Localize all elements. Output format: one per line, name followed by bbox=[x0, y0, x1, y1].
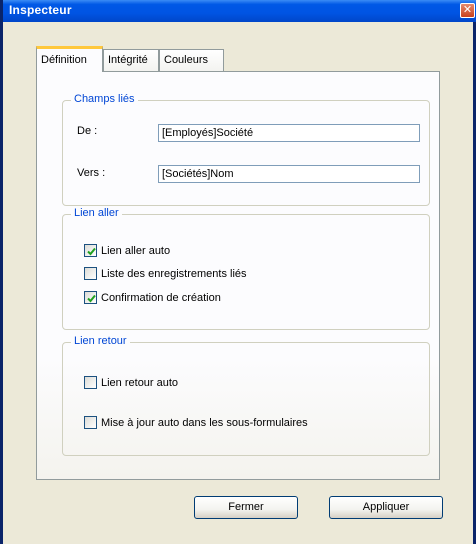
tab-definition[interactable]: Définition bbox=[36, 46, 103, 72]
checkbox-box[interactable] bbox=[84, 291, 97, 304]
vers-label: Vers : bbox=[77, 167, 106, 179]
group-lien-aller: Lien aller Lien aller auto Liste des enr… bbox=[62, 207, 430, 330]
liste-enregistrements-lies-label: Liste des enregistrements liés bbox=[101, 267, 247, 280]
tab-integrite-label: Intégrité bbox=[108, 54, 148, 66]
confirmation-creation-checkbox[interactable]: Confirmation de création bbox=[84, 291, 221, 304]
checkbox-box[interactable] bbox=[84, 416, 97, 429]
tab-definition-label: Définition bbox=[41, 54, 87, 66]
group-lien-retour-legend: Lien retour bbox=[71, 335, 130, 347]
tab-couleurs[interactable]: Couleurs bbox=[159, 49, 224, 71]
group-champs-lies: Champs liés De : [Employés]Société Vers … bbox=[62, 93, 430, 206]
liste-enregistrements-lies-checkbox[interactable]: Liste des enregistrements liés bbox=[84, 267, 247, 280]
checkbox-box[interactable] bbox=[84, 376, 97, 389]
de-label: De : bbox=[77, 125, 98, 137]
close-icon[interactable]: ✕ bbox=[460, 3, 475, 18]
tab-integrite[interactable]: Intégrité bbox=[103, 49, 159, 71]
tab-couleurs-label: Couleurs bbox=[164, 54, 209, 66]
checkbox-box[interactable] bbox=[84, 267, 97, 280]
window-title: Inspecteur bbox=[9, 3, 72, 17]
title-bar[interactable]: Inspecteur ✕ bbox=[3, 0, 476, 22]
lien-aller-auto-checkbox[interactable]: Lien aller auto bbox=[84, 244, 170, 257]
lien-aller-auto-label: Lien aller auto bbox=[101, 244, 171, 257]
tab-panel-definition: Champs liés De : [Employés]Société Vers … bbox=[36, 71, 440, 480]
vers-field[interactable]: [Sociétés]Nom bbox=[158, 165, 420, 183]
fermer-button[interactable]: Fermer bbox=[194, 496, 298, 519]
check-icon bbox=[87, 247, 96, 256]
mise-a-jour-auto-label: Mise à jour auto dans les sous-formulair… bbox=[101, 416, 308, 429]
group-lien-retour: Lien retour Lien retour auto Mise à jour… bbox=[62, 335, 430, 456]
group-lien-aller-legend: Lien aller bbox=[71, 207, 122, 219]
group-champs-lies-legend: Champs liés bbox=[71, 93, 138, 105]
lien-retour-auto-label: Lien retour auto bbox=[101, 376, 179, 389]
checkbox-box[interactable] bbox=[84, 244, 97, 257]
check-icon bbox=[87, 294, 96, 303]
lien-retour-auto-checkbox[interactable]: Lien retour auto bbox=[84, 376, 178, 389]
mise-a-jour-auto-checkbox[interactable]: Mise à jour auto dans les sous-formulair… bbox=[84, 416, 308, 429]
de-field[interactable]: [Employés]Société bbox=[158, 124, 420, 142]
confirmation-creation-label: Confirmation de création bbox=[101, 291, 221, 304]
appliquer-button[interactable]: Appliquer bbox=[329, 496, 443, 519]
